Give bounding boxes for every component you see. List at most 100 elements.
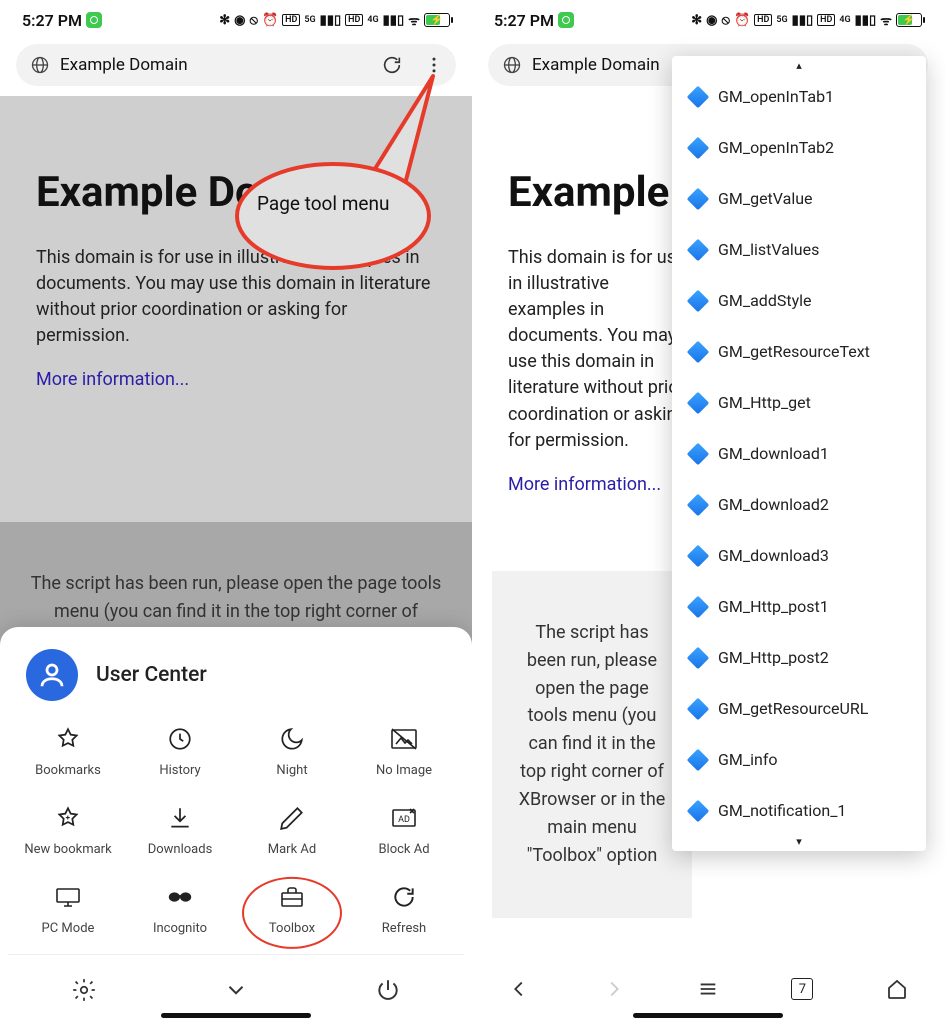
menu-item-pc-mode[interactable]: PC Mode <box>12 883 124 936</box>
script-item-gm_openintab2[interactable]: GM_openInTab2 <box>672 122 926 173</box>
alarm-icon: ⏰ <box>734 13 750 28</box>
net-4g: 4G <box>367 15 378 25</box>
page-title: Example Domain <box>60 55 366 75</box>
script-item-gm_getresourceurl[interactable]: GM_getResourceURL <box>672 683 926 734</box>
globe-icon <box>502 55 522 75</box>
power-button[interactable] <box>373 975 403 1005</box>
scroll-up-icon[interactable]: ▴ <box>672 60 926 71</box>
menu-item-block-ad[interactable]: AD Block Ad <box>348 804 460 857</box>
main-menu-sheet: User Center BookmarksHistoryNightNo Imag… <box>0 627 472 1024</box>
script-notice: The script has been run, please open the… <box>492 571 692 918</box>
script-item-gm_download1[interactable]: GM_download1 <box>672 428 926 479</box>
script-item-gm_addstyle[interactable]: GM_addStyle <box>672 275 926 326</box>
script-label: GM_listValues <box>718 240 819 259</box>
home-indicator[interactable] <box>633 1013 783 1018</box>
script-label: GM_getValue <box>718 189 813 208</box>
signal-icon: ▮▮▯ <box>320 13 341 28</box>
user-avatar-icon[interactable] <box>26 649 78 701</box>
script-item-gm_openintab1[interactable]: GM_openInTab1 <box>672 71 926 122</box>
script-item-gm_http_get[interactable]: GM_Http_get <box>672 377 926 428</box>
back-button[interactable] <box>504 974 534 1004</box>
script-item-gm_download2[interactable]: GM_download2 <box>672 479 926 530</box>
menu-item-downloads[interactable]: Downloads <box>124 804 236 857</box>
forward-button[interactable] <box>599 974 629 1004</box>
collapse-button[interactable] <box>221 975 251 1005</box>
status-time: 5:27 PM <box>22 11 82 30</box>
dnd-icon: ⦸ <box>249 13 257 28</box>
script-item-gm_http_post2[interactable]: GM_Http_post2 <box>672 632 926 683</box>
scroll-down-icon[interactable]: ▾ <box>672 836 926 847</box>
status-icons: ✻ ◉ ⦸ ⏰ HD 5G ▮▮▯ HD 4G ▮▮▯ ᯤ ⚡ <box>691 11 922 29</box>
new-bookmark-icon <box>54 804 82 832</box>
menu-item-new-bookmark[interactable]: New bookmark <box>12 804 124 857</box>
menu-item-mark-ad[interactable]: Mark Ad <box>236 804 348 857</box>
menu-item-incognito[interactable]: Incognito <box>124 883 236 936</box>
history-icon <box>166 725 194 753</box>
signal-icon: ▮▮▯ <box>792 13 813 28</box>
script-label: GM_download2 <box>718 495 829 514</box>
script-label: GM_info <box>718 750 778 769</box>
script-icon <box>687 442 710 465</box>
script-item-gm_listvalues[interactable]: GM_listValues <box>672 224 926 275</box>
more-info-link[interactable]: More information... <box>508 474 661 495</box>
toolbox-icon <box>278 883 306 911</box>
callout-annotation: Page tool menu <box>233 134 443 239</box>
menu-item-label: PC Mode <box>42 921 95 936</box>
menu-item-toolbox[interactable]: Toolbox <box>236 883 348 936</box>
status-time: 5:27 PM <box>494 11 554 30</box>
menu-item-label: New bookmark <box>24 842 111 857</box>
signal-icon: ▮▮▯ <box>855 13 876 28</box>
more-info-link[interactable]: More information... <box>36 369 189 390</box>
script-icon <box>687 544 710 567</box>
script-label: GM_getResourceText <box>718 342 870 361</box>
menu-item-label: Incognito <box>153 921 207 936</box>
menu-item-refresh[interactable]: Refresh <box>348 883 460 936</box>
signal-icon: ▮▮▯ <box>383 13 404 28</box>
script-item-gm_info[interactable]: GM_info <box>672 734 926 785</box>
night-icon <box>278 725 306 753</box>
menu-item-label: Mark Ad <box>268 842 316 857</box>
menu-item-bookmarks[interactable]: Bookmarks <box>12 725 124 778</box>
eye-icon: ◉ <box>706 13 717 28</box>
reload-button[interactable] <box>376 49 408 81</box>
home-indicator[interactable] <box>161 1013 311 1018</box>
net-5g: 5G <box>776 15 787 25</box>
menu-item-label: History <box>159 763 200 778</box>
menu-item-label: Toolbox <box>269 921 315 936</box>
svg-text:AD: AD <box>398 815 410 825</box>
script-icon <box>687 340 710 363</box>
no-image-icon <box>390 725 418 753</box>
settings-button[interactable] <box>69 975 99 1005</box>
menu-button[interactable] <box>693 974 723 1004</box>
script-label: GM_Http_post1 <box>718 597 829 616</box>
menu-item-history[interactable]: History <box>124 725 236 778</box>
status-app-icon <box>86 12 102 28</box>
home-button[interactable] <box>882 974 912 1004</box>
script-label: GM_openInTab2 <box>718 138 834 157</box>
menu-item-label: Downloads <box>148 842 213 857</box>
script-item-gm_notification_1[interactable]: GM_notification_1 <box>672 785 926 836</box>
script-icon <box>687 289 710 312</box>
tabs-button[interactable]: 7 <box>787 974 817 1004</box>
battery-icon: ⚡ <box>424 13 450 27</box>
mark-ad-icon <box>278 804 306 832</box>
script-icon <box>687 748 710 771</box>
menu-item-label: Block Ad <box>378 842 429 857</box>
menu-item-no-image[interactable]: No Image <box>348 725 460 778</box>
menu-item-night[interactable]: Night <box>236 725 348 778</box>
script-icon <box>687 136 710 159</box>
script-item-gm_download3[interactable]: GM_download3 <box>672 530 926 581</box>
script-icon <box>687 697 710 720</box>
script-icon <box>687 391 710 414</box>
script-label: GM_download1 <box>718 444 829 463</box>
menu-item-label: No Image <box>376 763 432 778</box>
wifi-icon: ᯤ <box>408 11 420 29</box>
script-item-gm_getvalue[interactable]: GM_getValue <box>672 173 926 224</box>
pc-mode-icon <box>54 883 82 911</box>
address-bar[interactable]: Example Domain <box>16 44 456 86</box>
page-paragraph: This domain is for use in illustrative e… <box>508 245 688 454</box>
script-item-gm_getresourcetext[interactable]: GM_getResourceText <box>672 326 926 377</box>
script-label: GM_getResourceURL <box>718 699 868 718</box>
script-item-gm_http_post1[interactable]: GM_Http_post1 <box>672 581 926 632</box>
menu-item-label: Night <box>276 763 307 778</box>
